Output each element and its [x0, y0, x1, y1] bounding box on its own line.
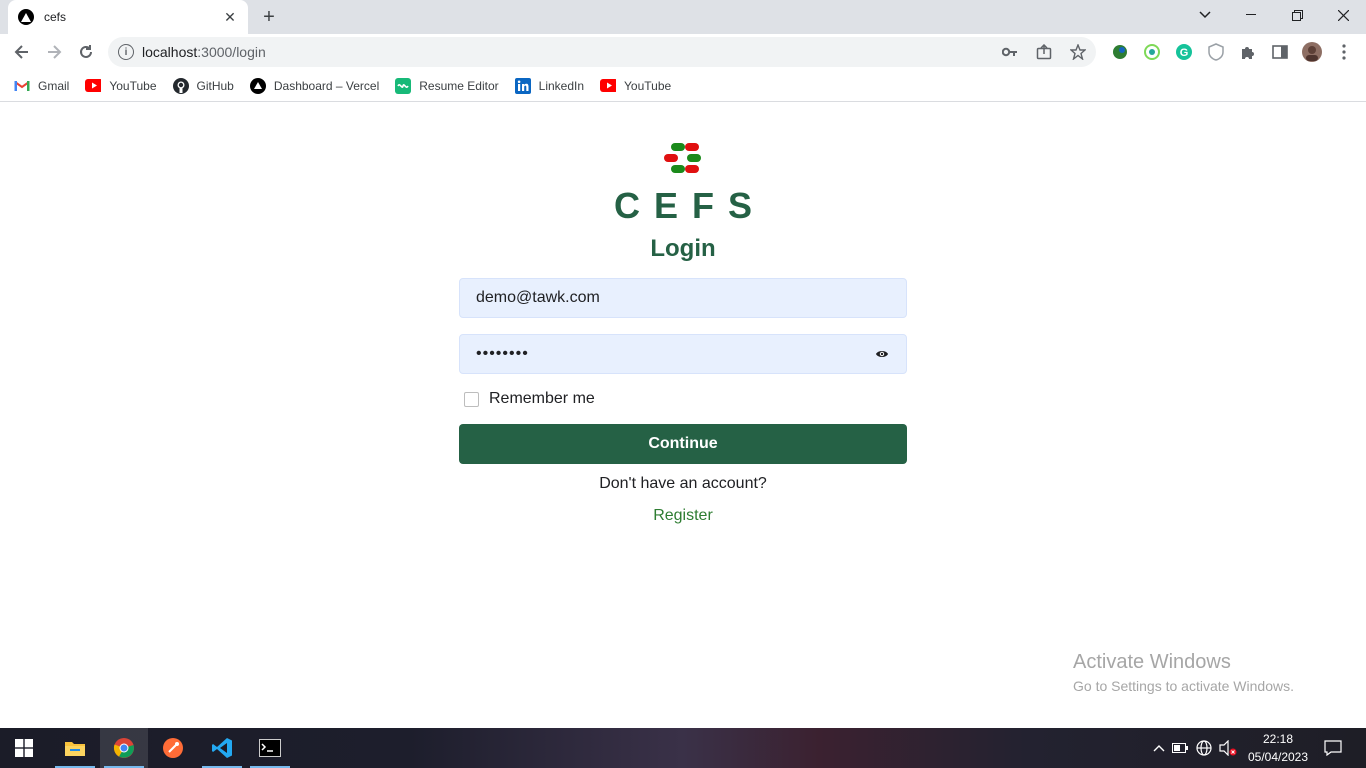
clock-date: 05/04/2023: [1247, 750, 1309, 764]
no-account-text: Don't have an account?: [599, 475, 767, 492]
activate-windows-subtitle: Go to Settings to activate Windows.: [1073, 678, 1294, 694]
clock-time: 22:18: [1262, 732, 1294, 746]
close-tab-icon[interactable]: ✕: [222, 9, 238, 25]
resume-editor-icon: [395, 77, 412, 94]
menu-kebab-icon[interactable]: [1334, 42, 1354, 62]
battery-icon[interactable]: [1168, 743, 1192, 753]
linkedin-icon: [514, 77, 531, 94]
bookmark-resume-editor[interactable]: Resume Editor: [395, 77, 499, 94]
back-button[interactable]: [8, 38, 36, 66]
file-explorer-icon[interactable]: [51, 728, 99, 768]
password-field[interactable]: ••••••••: [459, 334, 907, 374]
gmail-icon: [14, 78, 30, 94]
bookmarks-bar: Gmail YouTube GitHub Dashboard – Vercel …: [0, 70, 1366, 102]
chrome-taskbar-icon[interactable]: [100, 728, 148, 768]
system-tray: [1150, 728, 1240, 768]
remember-me-checkbox[interactable]: [464, 391, 479, 407]
cefs-logo: [663, 143, 703, 175]
notifications-icon[interactable]: [1320, 728, 1346, 768]
url-text: localhost:3000/login: [142, 44, 266, 60]
password-value: ••••••••: [476, 345, 529, 362]
remember-me[interactable]: Remember me: [464, 390, 595, 408]
tab-strip: cefs ✕ +: [0, 0, 1366, 34]
site-info-icon[interactable]: i: [118, 44, 134, 60]
bookmark-gmail[interactable]: Gmail: [14, 78, 69, 94]
network-globe-icon[interactable]: [1192, 740, 1216, 756]
side-panel-icon[interactable]: [1270, 42, 1290, 62]
close-window-button[interactable]: [1320, 0, 1366, 30]
vercel-icon: [249, 77, 266, 94]
browser-tab[interactable]: cefs ✕: [8, 0, 248, 34]
volume-muted-icon[interactable]: [1216, 740, 1240, 756]
clock[interactable]: 22:18 05/04/2023: [1240, 730, 1316, 766]
bookmark-linkedin[interactable]: LinkedIn: [514, 77, 584, 94]
forward-button[interactable]: [40, 38, 68, 66]
minimize-button[interactable]: [1228, 0, 1274, 30]
profile-avatar[interactable]: [1302, 42, 1322, 62]
reload-button[interactable]: [72, 38, 100, 66]
continue-button[interactable]: Continue: [459, 424, 907, 464]
email-value: demo@tawk.com: [476, 289, 600, 306]
youtube-icon: [600, 78, 617, 94]
shield-extension-icon[interactable]: [1206, 42, 1226, 62]
page-title: Login: [650, 235, 716, 262]
tab-search-icon[interactable]: [1182, 0, 1228, 30]
bookmark-youtube[interactable]: YouTube: [85, 78, 157, 94]
bookmark-star-icon[interactable]: [1068, 42, 1088, 62]
chevron-up-icon[interactable]: [1150, 744, 1168, 752]
key-icon[interactable]: [1000, 42, 1020, 62]
tab-title: cefs: [44, 10, 67, 24]
share-icon[interactable]: [1034, 42, 1054, 62]
address-bar[interactable]: i localhost:3000/login: [108, 37, 1096, 67]
globe-extension-icon[interactable]: [1110, 42, 1130, 62]
brand-title: CEFS: [613, 185, 766, 226]
green-circle-extension-icon[interactable]: [1142, 42, 1162, 62]
youtube-icon: [85, 78, 102, 94]
bookmark-github[interactable]: GitHub: [172, 77, 234, 94]
browser-toolbar: i localhost:3000/login G: [0, 34, 1366, 70]
svg-text:G: G: [1180, 47, 1189, 59]
bookmark-vercel-dashboard[interactable]: Dashboard – Vercel: [249, 77, 379, 94]
extensions-puzzle-icon[interactable]: [1238, 42, 1258, 62]
email-field[interactable]: demo@tawk.com: [459, 278, 907, 318]
activate-windows-watermark: Activate Windows Go to Settings to activ…: [1073, 651, 1294, 694]
new-tab-button[interactable]: +: [258, 6, 280, 28]
github-icon: [172, 77, 189, 94]
activate-windows-title: Activate Windows: [1073, 651, 1231, 673]
vercel-favicon-icon: [18, 9, 34, 25]
start-button[interactable]: [0, 728, 48, 768]
show-password-eye-icon[interactable]: [874, 346, 890, 362]
terminal-icon[interactable]: [246, 728, 294, 768]
bookmark-youtube-2[interactable]: YouTube: [600, 78, 671, 94]
register-link[interactable]: Register: [0, 507, 1366, 525]
vscode-icon[interactable]: [198, 728, 246, 768]
login-page: CEFS Login demo@tawk.com •••••••• Rememb…: [0, 103, 1366, 728]
restore-button[interactable]: [1274, 0, 1320, 30]
grammarly-icon[interactable]: G: [1174, 42, 1194, 62]
postman-icon[interactable]: [149, 728, 197, 768]
taskbar: 22:18 05/04/2023: [0, 728, 1366, 768]
remember-me-label: Remember me: [489, 390, 595, 407]
